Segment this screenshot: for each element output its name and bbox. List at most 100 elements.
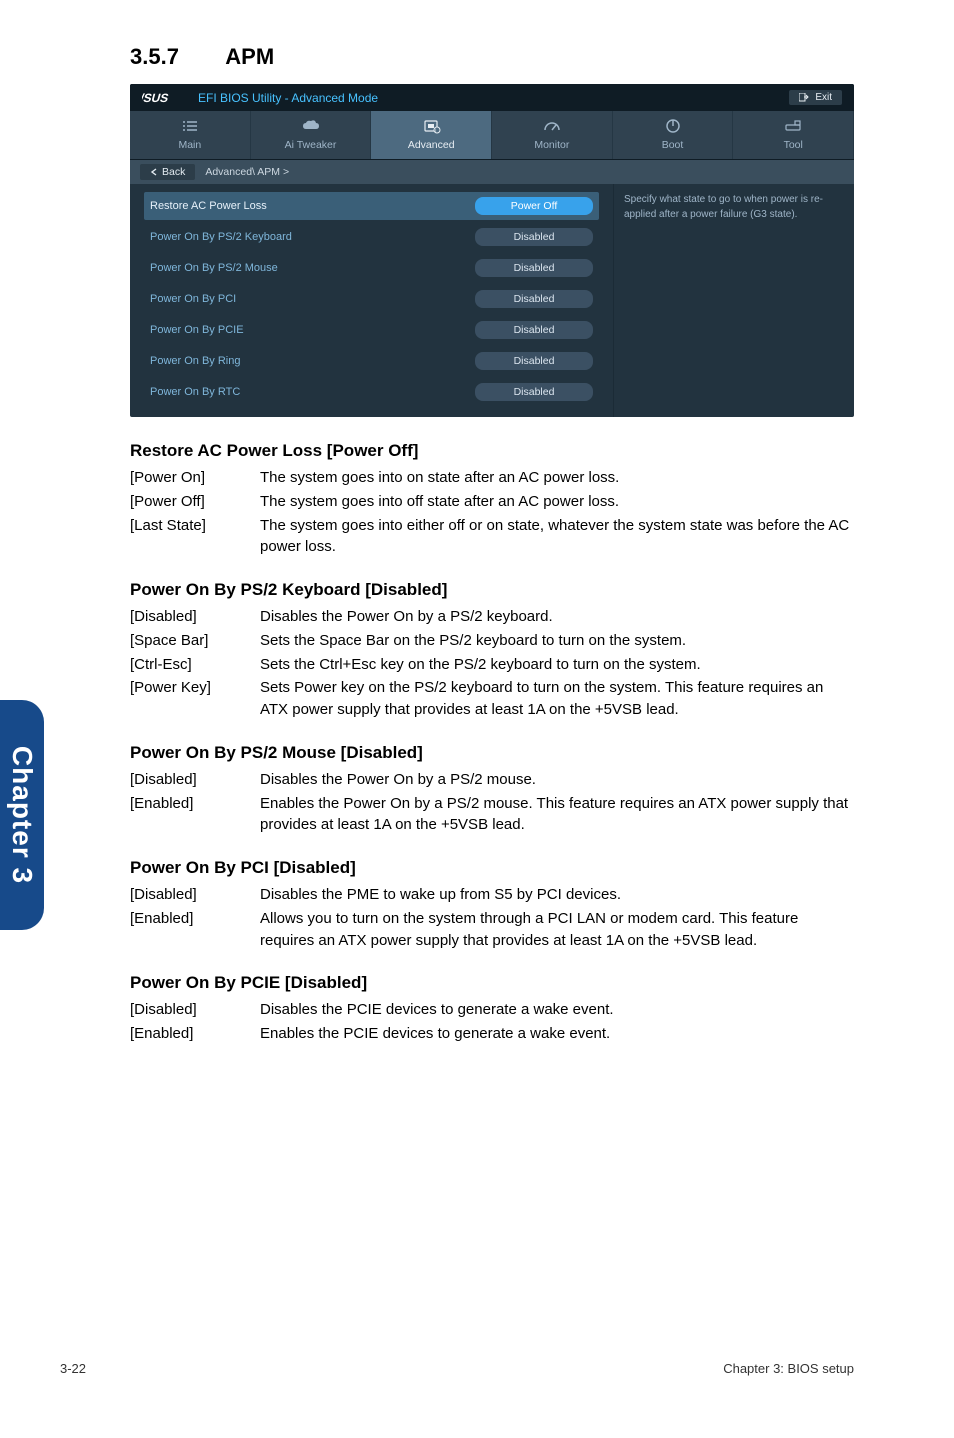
- setting-value[interactable]: Disabled: [475, 321, 593, 339]
- option-desc: Disables the PCIE devices to generate a …: [260, 999, 614, 1021]
- option-desc: Sets the Ctrl+Esc key on the PS/2 keyboa…: [260, 654, 701, 676]
- back-arrow-icon: [150, 168, 158, 176]
- tab-label: Main: [178, 139, 201, 151]
- option-key: [Disabled]: [130, 884, 260, 906]
- asus-logo-icon: /SUS: [142, 92, 190, 104]
- option-heading: Power On By PCI [Disabled]: [130, 858, 854, 878]
- svg-text:i: i: [435, 128, 436, 134]
- list-icon: [179, 117, 201, 135]
- setting-power-on-ps2-keyboard[interactable]: Power On By PS/2 Keyboard Disabled: [144, 223, 599, 251]
- option-key: [Power On]: [130, 467, 260, 489]
- option-key: [Disabled]: [130, 769, 260, 791]
- option-row: [Space Bar]Sets the Space Bar on the PS/…: [130, 630, 854, 652]
- setting-power-on-pci[interactable]: Power On By PCI Disabled: [144, 285, 599, 313]
- svg-text:/SUS: /SUS: [142, 92, 170, 104]
- page-footer-right: Chapter 3: BIOS setup: [723, 1361, 854, 1376]
- gauge-icon: [541, 117, 563, 135]
- setting-power-on-pcie[interactable]: Power On By PCIE Disabled: [144, 316, 599, 344]
- setting-power-on-ring[interactable]: Power On By Ring Disabled: [144, 347, 599, 375]
- bios-tabs: Main Ai Tweaker i Advanced Monitor: [130, 111, 854, 160]
- option-row: [Disabled]Disables the Power On by a PS/…: [130, 769, 854, 791]
- option-heading: Power On By PCIE [Disabled]: [130, 973, 854, 993]
- bios-help-panel: Specify what state to go to when power i…: [613, 184, 854, 417]
- option-row: [Power Off]The system goes into off stat…: [130, 491, 854, 513]
- breadcrumb-path: Advanced\ APM >: [205, 166, 289, 178]
- tab-boot[interactable]: Boot: [613, 111, 734, 159]
- setting-label: Power On By RTC: [150, 386, 240, 398]
- tab-label: Tool: [784, 139, 803, 151]
- bios-screenshot: /SUS EFI BIOS Utility - Advanced Mode Ex…: [130, 84, 854, 417]
- option-row: [Power On]The system goes into on state …: [130, 467, 854, 489]
- tab-tool[interactable]: Tool: [733, 111, 854, 159]
- option-desc: The system goes into on state after an A…: [260, 467, 619, 489]
- exit-button[interactable]: Exit: [789, 90, 842, 105]
- exit-label: Exit: [815, 92, 832, 103]
- exit-icon: [799, 93, 809, 103]
- tab-advanced[interactable]: i Advanced: [371, 111, 492, 159]
- setting-power-on-ps2-mouse[interactable]: Power On By PS/2 Mouse Disabled: [144, 254, 599, 282]
- bios-titlebar: /SUS EFI BIOS Utility - Advanced Mode Ex…: [130, 84, 854, 111]
- tab-main[interactable]: Main: [130, 111, 251, 159]
- bios-help-text: Specify what state to go to when power i…: [624, 194, 823, 220]
- option-desc: Enables the Power On by a PS/2 mouse. Th…: [260, 793, 854, 837]
- option-desc: Allows you to turn on the system through…: [260, 908, 854, 952]
- bios-breadcrumb: Back Advanced\ APM >: [130, 160, 854, 184]
- option-key: [Disabled]: [130, 606, 260, 628]
- back-button[interactable]: Back: [140, 164, 195, 180]
- setting-value[interactable]: Disabled: [475, 228, 593, 246]
- setting-label: Restore AC Power Loss: [150, 200, 267, 212]
- setting-label: Power On By PS/2 Mouse: [150, 262, 278, 274]
- tab-label: Monitor: [534, 139, 569, 151]
- option-heading: Power On By PS/2 Mouse [Disabled]: [130, 743, 854, 763]
- chip-icon: i: [420, 117, 442, 135]
- chapter-tab-label: Chapter 3: [6, 746, 38, 884]
- tool-icon: [782, 117, 804, 135]
- option-heading: Power On By PS/2 Keyboard [Disabled]: [130, 580, 854, 600]
- option-key: [Last State]: [130, 515, 260, 559]
- option-key: [Disabled]: [130, 999, 260, 1021]
- tab-label: Ai Tweaker: [285, 139, 337, 151]
- option-heading: Restore AC Power Loss [Power Off]: [130, 441, 854, 461]
- page-number: 3-22: [60, 1361, 86, 1376]
- setting-value[interactable]: Disabled: [475, 259, 593, 277]
- setting-label: Power On By PCI: [150, 293, 236, 305]
- bios-title: EFI BIOS Utility - Advanced Mode: [198, 91, 378, 105]
- setting-label: Power On By PCIE: [150, 324, 244, 336]
- option-key: [Power Off]: [130, 491, 260, 513]
- option-desc: Sets the Space Bar on the PS/2 keyboard …: [260, 630, 686, 652]
- power-icon: [662, 117, 684, 135]
- setting-label: Power On By Ring: [150, 355, 240, 367]
- section-number: 3.5.7: [130, 44, 220, 70]
- option-row: [Enabled]Enables the Power On by a PS/2 …: [130, 793, 854, 837]
- option-desc: Disables the Power On by a PS/2 mouse.: [260, 769, 536, 791]
- bios-brand: /SUS EFI BIOS Utility - Advanced Mode: [142, 91, 378, 105]
- section-heading: 3.5.7 APM: [130, 44, 854, 70]
- setting-value[interactable]: Power Off: [475, 197, 593, 215]
- setting-value[interactable]: Disabled: [475, 383, 593, 401]
- option-desc: Disables the Power On by a PS/2 keyboard…: [260, 606, 553, 628]
- option-key: [Space Bar]: [130, 630, 260, 652]
- option-row: [Enabled]Enables the PCIE devices to gen…: [130, 1023, 854, 1045]
- chapter-tab: Chapter 3: [0, 700, 44, 930]
- option-desc: The system goes into off state after an …: [260, 491, 619, 513]
- setting-label: Power On By PS/2 Keyboard: [150, 231, 292, 243]
- bios-settings-list: Restore AC Power Loss Power Off Power On…: [130, 184, 613, 417]
- back-label: Back: [162, 166, 185, 178]
- tab-label: Advanced: [408, 139, 455, 151]
- option-key: [Ctrl-Esc]: [130, 654, 260, 676]
- setting-restore-ac-power-loss[interactable]: Restore AC Power Loss Power Off: [144, 192, 599, 220]
- setting-value[interactable]: Disabled: [475, 290, 593, 308]
- tab-monitor[interactable]: Monitor: [492, 111, 613, 159]
- tab-ai-tweaker[interactable]: Ai Tweaker: [251, 111, 372, 159]
- option-desc: Sets Power key on the PS/2 keyboard to t…: [260, 677, 854, 721]
- option-row: [Disabled]Disables the Power On by a PS/…: [130, 606, 854, 628]
- option-key: [Enabled]: [130, 793, 260, 837]
- section-title: APM: [225, 44, 274, 69]
- tab-label: Boot: [662, 139, 684, 151]
- setting-value[interactable]: Disabled: [475, 352, 593, 370]
- option-key: [Enabled]: [130, 1023, 260, 1045]
- option-row: [Disabled]Disables the PME to wake up fr…: [130, 884, 854, 906]
- option-row: [Ctrl-Esc]Sets the Ctrl+Esc key on the P…: [130, 654, 854, 676]
- setting-power-on-rtc[interactable]: Power On By RTC Disabled: [144, 378, 599, 406]
- option-desc: The system goes into either off or on st…: [260, 515, 854, 559]
